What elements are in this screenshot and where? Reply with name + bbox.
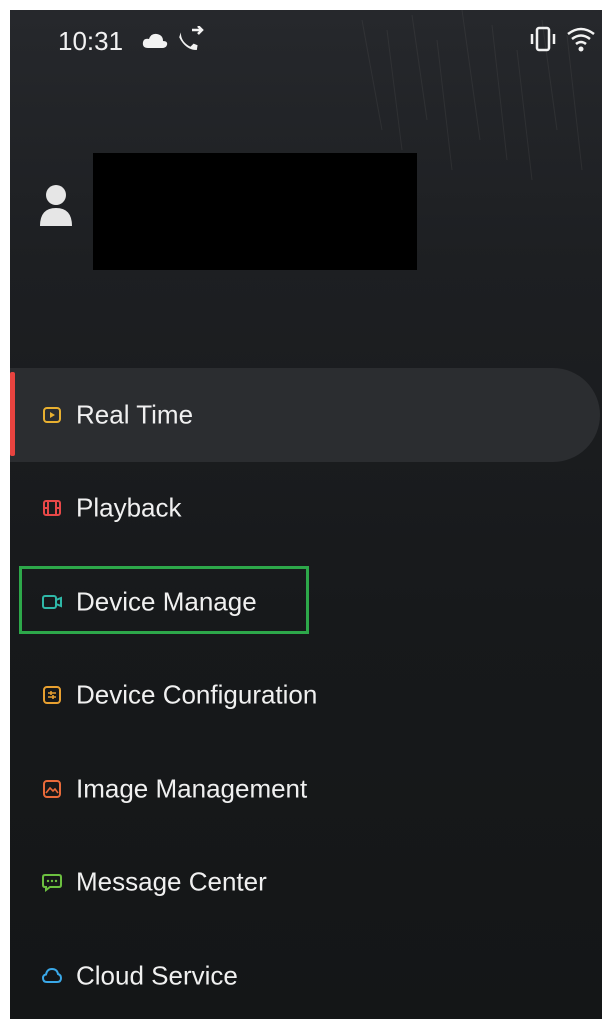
nav-menu: Real Time Playback Device Manage Device … xyxy=(10,368,602,1019)
menu-item-label: Device Manage xyxy=(76,586,257,617)
menu-item-label: Cloud Service xyxy=(76,960,238,991)
menu-item-message-center[interactable]: Message Center xyxy=(10,836,602,930)
settings-sliders-icon xyxy=(43,686,61,705)
film-icon xyxy=(43,500,61,517)
menu-item-label: Real Time xyxy=(76,399,194,430)
menu-item-image-management[interactable]: Image Management xyxy=(10,742,602,836)
image-icon xyxy=(43,779,61,798)
cloud-icon xyxy=(42,967,62,983)
drawer-screen: 10:31 Real Time Playback Device Manage D… xyxy=(10,10,602,1019)
menu-item-device-configuration[interactable]: Device Configuration xyxy=(10,649,602,743)
menu-item-cloud-service[interactable]: Cloud Service xyxy=(10,929,602,1019)
menu-item-device-manage[interactable]: Device Manage xyxy=(10,555,602,649)
user-avatar-icon[interactable] xyxy=(38,182,74,228)
call-forward-icon xyxy=(179,26,204,50)
menu-item-label: Image Management xyxy=(76,773,308,804)
menu-item-real-time[interactable]: Real Time xyxy=(10,368,600,462)
menu-item-label: Device Configuration xyxy=(76,679,318,710)
status-time: 10:31 xyxy=(58,26,124,56)
message-icon xyxy=(42,874,62,893)
active-indicator xyxy=(10,372,15,456)
menu-item-label: Message Center xyxy=(76,866,267,897)
play-icon xyxy=(43,406,61,423)
username-redacted[interactable] xyxy=(93,153,417,270)
cloud-icon xyxy=(142,33,168,48)
vibrate-icon xyxy=(530,26,556,52)
menu-item-label: Playback xyxy=(76,492,182,523)
wifi-icon xyxy=(567,27,595,52)
menu-item-playback[interactable]: Playback xyxy=(10,462,602,556)
camera-icon xyxy=(42,594,62,609)
status-bar: 10:31 xyxy=(10,10,602,74)
